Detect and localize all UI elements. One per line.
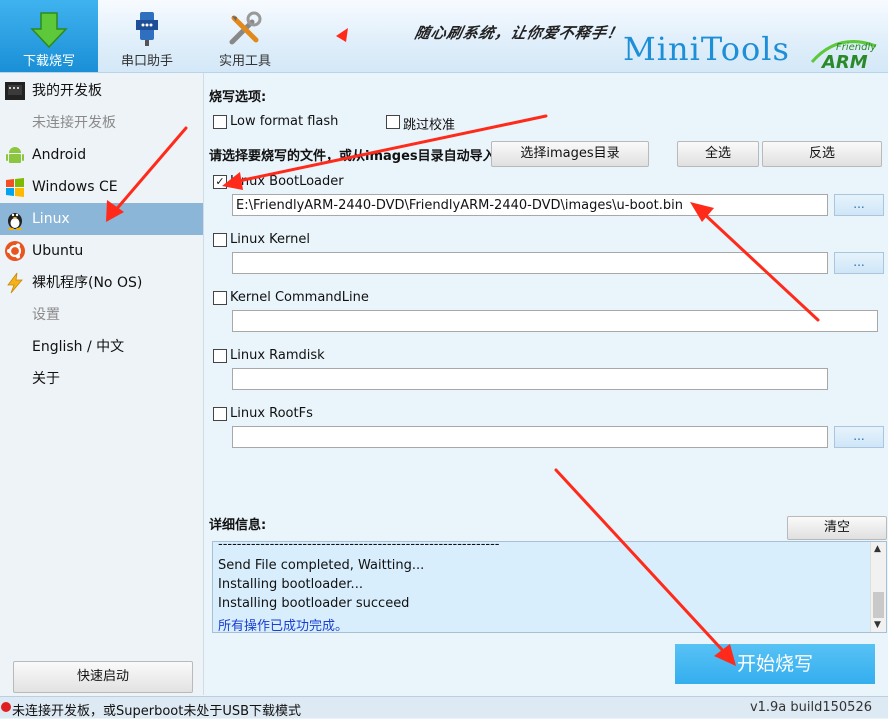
start-flash-button[interactable]: 开始烧写 [675,644,875,684]
ramdisk-path-field[interactable] [232,368,828,390]
sidebar-item-label: Android [32,147,87,163]
ramdisk-checkbox[interactable] [213,349,227,363]
cmdline-label: Kernel CommandLine [230,290,369,305]
tab-utilities[interactable]: 实用工具 [196,0,294,72]
windows-icon [6,178,24,197]
rootfs-browse-button[interactable]: ... [834,426,884,448]
download-arrow-icon [30,12,68,49]
serial-connector-icon [136,12,158,46]
sidebar-item-windows-ce[interactable]: Windows CE [0,171,203,203]
sidebar-item-label: 未连接开发板 [32,115,116,131]
tab-label: 实用工具 [218,54,271,69]
kernel-path-field[interactable] [232,252,828,274]
sidebar-item-about[interactable]: 关于 [0,363,203,395]
sidebar-item-my-board[interactable]: 我的开发板 [0,75,203,107]
ubuntu-icon [5,241,25,261]
tux-icon [8,213,22,230]
sidebar-item-android[interactable]: Android [0,139,203,171]
android-icon [6,147,24,163]
sidebar-item-settings: 设置 [0,299,203,331]
ramdisk-label: Linux Ramdisk [230,348,325,363]
svg-text:ARM: ARM [820,52,868,72]
sidebar-item-label: 设置 [32,307,60,323]
kernel-browse-button[interactable]: ... [834,252,884,274]
low-format-label: Low format flash [230,114,339,129]
bootloader-label: Linux BootLoader [230,174,344,189]
status-text: 未连接开发板，或Superboot未处于USB下载模式 [12,704,302,719]
rootfs-label: Linux RootFs [230,406,313,421]
bootloader-path-field[interactable]: E:\FriendlyARM-2440-DVD\FriendlyARM-2440… [232,194,828,216]
select-images-dir-button[interactable]: 选择images目录 [491,141,649,167]
select-all-button[interactable]: 全选 [677,141,759,167]
bootloader-checkbox[interactable]: ✓ [213,175,227,189]
header-toolbar: 下载烧写 串口助手 实用工具 随心刷系统，让你爱不释手！ MiniTools F… [0,0,888,73]
quick-start-button[interactable]: 快速启动 [13,661,193,693]
scroll-down-icon[interactable]: ▼ [874,620,881,630]
log-line-success: 所有操作已成功完成。 [218,619,349,634]
tab-label: 下载烧写 [22,54,75,69]
log-line: ----------------------------------------… [218,537,500,552]
cmdline-checkbox[interactable] [213,291,227,305]
sidebar-item-label: English / 中文 [32,339,125,355]
low-format-checkbox[interactable] [213,115,227,129]
clear-log-button[interactable]: 清空 [787,516,887,540]
select-files-prompt: 请选择要烧写的文件，或从images目录自动导入 [209,149,496,164]
skip-verify-checkbox[interactable] [386,115,400,129]
scroll-up-icon[interactable]: ▲ [874,544,881,554]
bootloader-browse-button[interactable]: ... [834,194,884,216]
slogan-text: 随心刷系统，让你爱不释手！ [412,24,625,42]
sidebar-item-label: Linux [32,211,70,227]
sidebar: 我的开发板 未连接开发板 Android Windows CE Linux Ub… [0,73,204,695]
board-icon [5,82,25,100]
sidebar-item-no-board: 未连接开发板 [0,107,203,139]
log-scrollbar[interactable]: ▲ ▼ [870,542,886,632]
kernel-checkbox[interactable] [213,233,227,247]
rootfs-path-field[interactable] [232,426,828,448]
cmdline-field[interactable] [232,310,878,332]
sidebar-item-bare-metal[interactable]: 裸机程序(No OS) [0,267,203,299]
version-text: v1.9a build150526 [749,700,872,715]
lightning-icon [7,272,23,294]
kernel-label: Linux Kernel [230,232,310,247]
sidebar-item-label: 关于 [32,371,60,387]
log-line: Installing bootloader... [218,577,363,592]
tab-serial-assistant[interactable]: 串口助手 [98,0,196,72]
skip-verify-label: 跳过校准 [403,118,456,133]
details-title: 详细信息: [209,518,267,533]
status-bar: 未连接开发板，或Superboot未处于USB下载模式 v1.9a build1… [0,696,888,719]
tab-download-flash[interactable]: 下载烧写 [0,0,98,72]
rootfs-checkbox[interactable] [213,407,227,421]
sidebar-item-label: Ubuntu [32,243,84,259]
status-dot-icon [1,702,11,712]
sidebar-item-label: 我的开发板 [32,83,102,99]
brand-title: MiniTools [623,30,790,68]
tools-icon [229,11,262,45]
log-line: Send File completed, Waitting... [218,558,425,573]
sidebar-item-linux[interactable]: Linux [0,203,203,235]
sidebar-item-ubuntu[interactable]: Ubuntu [0,235,203,267]
sidebar-item-label: 裸机程序(No OS) [32,275,143,291]
friendlyarm-logo: Friendly ARM [810,40,877,72]
sidebar-item-language[interactable]: English / 中文 [0,331,203,363]
invert-selection-button[interactable]: 反选 [762,141,882,167]
scroll-thumb[interactable] [873,592,884,618]
main-panel: 烧写选项: Low format flash 跳过校准 请选择要烧写的文件，或从… [204,73,888,695]
log-output: ----------------------------------------… [212,537,887,634]
sidebar-item-label: Windows CE [32,179,118,195]
options-title: 烧写选项: [209,90,267,105]
log-line: Installing bootloader succeed [218,596,410,611]
tab-label: 串口助手 [120,54,173,69]
